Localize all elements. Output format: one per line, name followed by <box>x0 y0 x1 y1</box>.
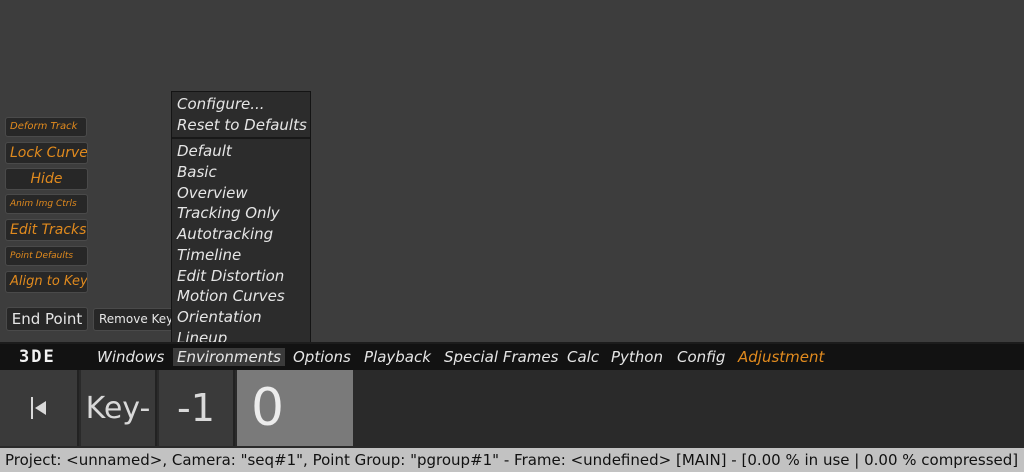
menu-playback[interactable]: Playback <box>364 348 431 366</box>
menu-item-timeline[interactable]: Timeline <box>177 246 241 264</box>
menu-item-basic[interactable]: Basic <box>177 163 217 181</box>
menu-separator <box>172 137 310 139</box>
menu-item-default[interactable]: Default <box>177 142 232 160</box>
menu-item-motion-curves[interactable]: Motion Curves <box>177 287 285 305</box>
deform-track-button[interactable]: Deform Track <box>5 117 87 137</box>
menu-item-edit-distortion[interactable]: Edit Distortion <box>177 267 284 285</box>
menu-item-reset-to-defaults[interactable]: Reset to Defaults <box>177 116 307 134</box>
point-defaults-button[interactable]: Point Defaults <box>5 246 88 266</box>
menu-options[interactable]: Options <box>293 348 351 366</box>
main-menubar: 3DE Windows Environments Options Playbac… <box>0 342 1024 370</box>
menu-item-autotracking[interactable]: Autotracking <box>177 225 273 243</box>
timeline-bar: Key- -1 0 <box>0 370 1024 448</box>
menu-item-overview[interactable]: Overview <box>177 184 248 202</box>
menu-environments[interactable]: Environments <box>173 348 285 366</box>
menu-python[interactable]: Python <box>611 348 663 366</box>
menu-windows[interactable]: Windows <box>97 348 164 366</box>
edit-tracks-button[interactable]: Edit Tracks <box>5 219 88 241</box>
menu-item-configure[interactable]: Configure... <box>177 95 265 113</box>
menu-item-tracking-only[interactable]: Tracking Only <box>177 204 280 222</box>
key-minus-button[interactable]: Key- <box>81 370 157 446</box>
end-point-button[interactable]: End Point <box>6 307 88 331</box>
menu-adjustment[interactable]: Adjustment <box>738 348 824 366</box>
menu-item-orientation[interactable]: Orientation <box>177 308 262 326</box>
menu-config[interactable]: Config <box>677 348 725 366</box>
lock-curve-button[interactable]: Lock Curve <box>5 142 88 164</box>
frame-offset-label[interactable]: -1 <box>159 370 235 446</box>
skip-to-start-icon <box>30 397 46 419</box>
3de-logo: 3DE <box>19 347 56 367</box>
menu-special-frames[interactable]: Special Frames <box>444 348 558 366</box>
current-frame-display[interactable]: 0 <box>237 370 353 446</box>
timeline-scrub-area[interactable] <box>353 370 1024 446</box>
skip-to-start-button[interactable] <box>0 370 79 446</box>
menu-calc[interactable]: Calc <box>567 348 599 366</box>
status-bar: Project: <unnamed>, Camera: "seq#1", Poi… <box>0 448 1024 472</box>
anim-img-ctrls-button[interactable]: Anim Img Ctrls <box>5 194 88 214</box>
align-to-key-button[interactable]: Align to Key <box>5 271 88 293</box>
viewport-workspace <box>0 0 1024 342</box>
hide-button[interactable]: Hide <box>5 168 88 190</box>
environments-dropdown-menu: Configure... Reset to Defaults Default B… <box>171 91 311 347</box>
